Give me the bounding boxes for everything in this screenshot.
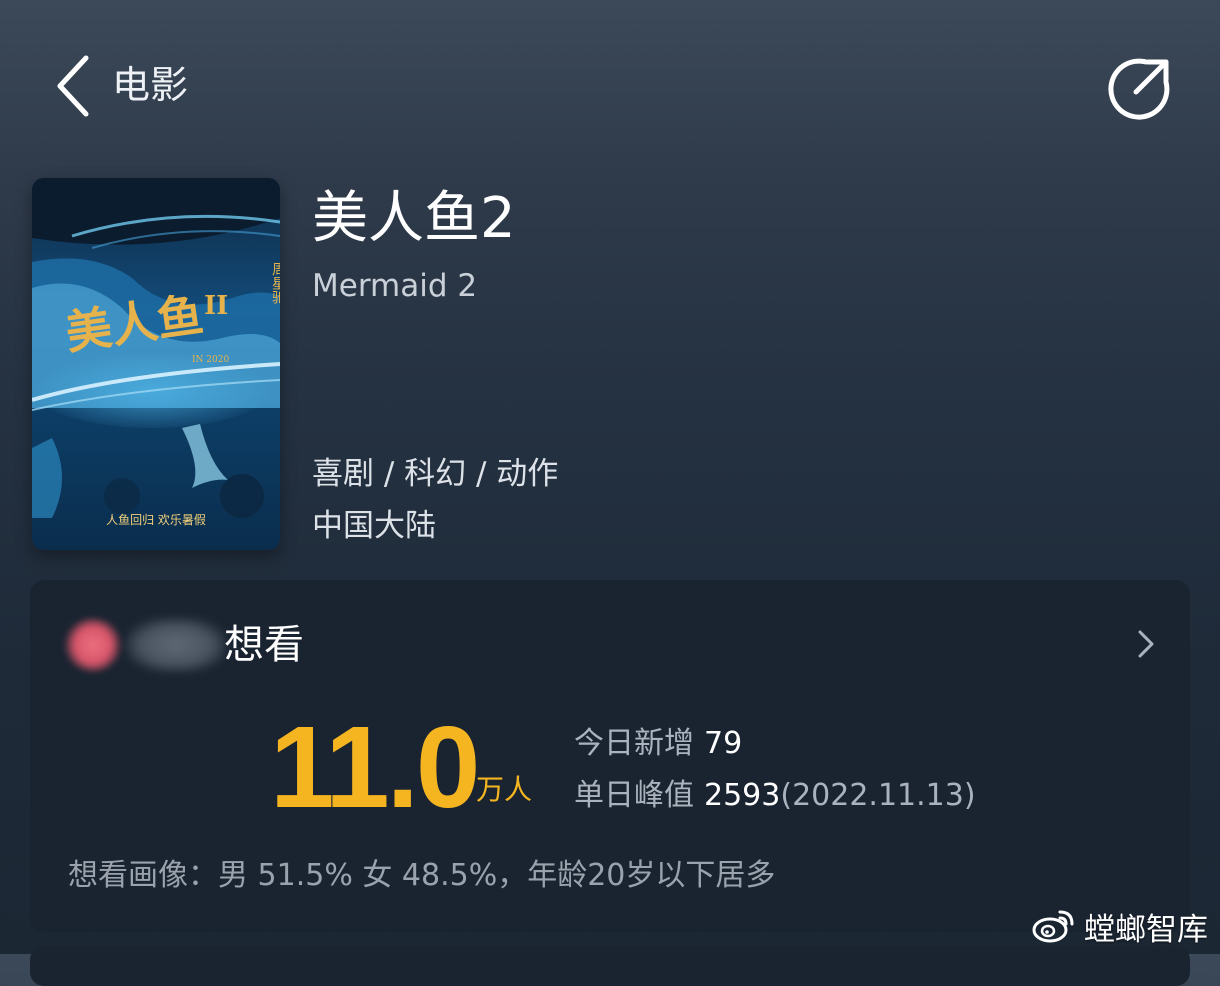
movie-genre: 喜剧 / 科幻 / 动作: [312, 456, 559, 492]
today-new-value: 79: [704, 726, 743, 761]
today-new-label: 今日新增: [574, 726, 694, 761]
want-label: 想看: [224, 622, 304, 668]
daily-peak-row: 单日峰值 2593(2022.11.13): [574, 776, 976, 816]
back-button[interactable]: [48, 50, 104, 120]
movie-region: 中国大陆: [312, 508, 436, 544]
audience-portrait: 想看画像：男 51.5% 女 48.5%，年龄20岁以下居多: [68, 858, 776, 893]
chevron-left-icon: [57, 55, 89, 117]
daily-peak-label: 单日峰值: [574, 778, 694, 813]
movie-title: 美人鱼2: [312, 186, 516, 251]
top-nav-bar: 电影: [0, 0, 1220, 170]
watermark: 螳螂智库: [1032, 904, 1208, 948]
want-count-unit: 万人: [476, 773, 533, 806]
nav-title: 电影: [112, 63, 189, 107]
platform-logo: [64, 618, 122, 672]
watermark-text: 螳螂智库: [1084, 911, 1208, 948]
movie-poster[interactable]: 美人鱼 II 周星驰 IN 2020 人鱼回归 欢乐暑假: [32, 178, 280, 550]
weibo-icon: [1032, 910, 1074, 943]
share-button[interactable]: [1106, 54, 1174, 122]
today-new-row: 今日新增 79: [574, 724, 742, 764]
share-icon: [1108, 58, 1170, 120]
platform-name-blurred: [126, 618, 226, 672]
daily-peak-value: 2593: [704, 778, 781, 813]
next-card: [30, 946, 1190, 986]
want-to-watch-card[interactable]: 想看 11.0 万人 今日新增 79 单日峰值 2593(2022.11.13) 想…: [30, 580, 1190, 932]
daily-peak-date: (2022.11.13): [780, 778, 976, 813]
movie-english-title: Mermaid 2: [312, 268, 478, 304]
poster-tagline: 人鱼回归 欢乐暑假: [106, 512, 206, 527]
poster-numeral: II: [204, 291, 228, 321]
poster-year: IN 2020: [192, 355, 229, 365]
want-count: 11.0: [270, 702, 480, 832]
chevron-right-icon: [1138, 630, 1154, 658]
